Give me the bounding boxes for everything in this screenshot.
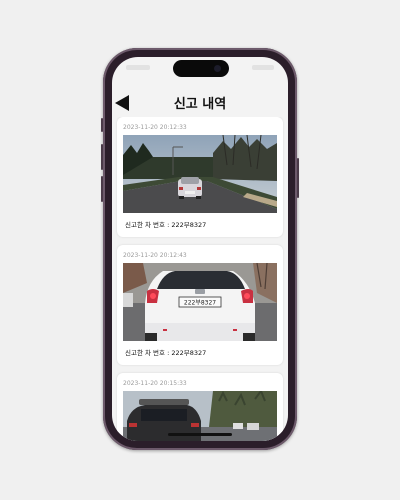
report-list[interactable]: 2023-11-20 20:12:33 신고한 차 번호: 222부8327 …: [112, 117, 288, 441]
report-plate-caption: 신고한 차 번호 : 222부8327: [125, 221, 207, 229]
report-timestamp: 2023-11-20 20:12:43: [123, 252, 187, 259]
app-header: 신고 내역: [112, 89, 288, 115]
volume-down-button: [101, 176, 103, 202]
page-title: 신고 내역: [173, 97, 227, 112]
screen: 신고 내역 2023-11-20 20:12:33 신고한 차 번호: 222…: [112, 57, 288, 441]
power-button: [297, 158, 299, 198]
report-plate-caption: 신고한 차 번호 : 222부8327: [125, 349, 207, 357]
mute-switch: [101, 118, 103, 132]
volume-up-button: [101, 144, 103, 170]
report-card[interactable]: 2023-11-20 20:12:43 222부8327 신고한 차 번호: …: [117, 245, 283, 365]
report-card[interactable]: 2023-11-20 20:15:33: [117, 373, 283, 441]
phone-frame: 신고 내역 2023-11-20 20:12:33 신고한 차 번호: 222…: [101, 48, 299, 450]
dynamic-island: [173, 60, 229, 77]
report-timestamp: 2023-11-20 20:15:33: [123, 380, 187, 387]
status-bar-icons: [252, 65, 274, 70]
svg-text:222부8327: 222부8327: [184, 300, 216, 307]
report-timestamp: 2023-11-20 20:12:33: [123, 124, 187, 131]
status-bar-time: [126, 65, 150, 70]
report-photo[interactable]: 222부8327: [123, 263, 277, 341]
report-photo[interactable]: [123, 135, 277, 213]
report-card[interactable]: 2023-11-20 20:12:33 신고한 차 번호: 222부8327: [117, 117, 283, 237]
home-indicator[interactable]: [168, 433, 232, 436]
